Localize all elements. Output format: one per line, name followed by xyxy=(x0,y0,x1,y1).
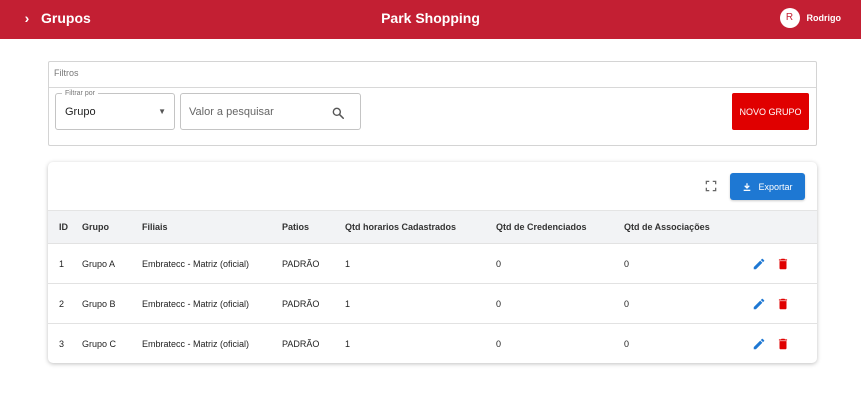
filters-title: Filtros xyxy=(54,68,79,78)
column-header-id[interactable]: ID xyxy=(48,211,82,244)
download-icon xyxy=(744,182,751,191)
cell-horarios: 1 xyxy=(345,298,351,309)
export-button[interactable]: Exportar xyxy=(730,173,805,200)
column-header-grupo[interactable]: Grupo xyxy=(82,211,142,244)
filter-by-value: Grupo xyxy=(65,106,96,118)
cell-grupo: Grupo C xyxy=(82,338,117,349)
cell-grupo: Grupo A xyxy=(82,258,116,269)
cell-patios: PADRÃO xyxy=(282,338,320,349)
app-header: › Grupos Park Shopping R Rodrigo xyxy=(0,0,861,39)
dropdown-caret-icon: ▼ xyxy=(158,107,166,116)
table-row: 3 Grupo C Embratecc - Matriz (oficial) P… xyxy=(48,323,817,364)
column-header-credenciados[interactable]: Qtd de Credenciados xyxy=(496,211,624,244)
table-header-row: ID Grupo Filiais Patios Qtd horarios Cad… xyxy=(48,210,817,244)
cell-horarios: 1 xyxy=(345,338,351,349)
filters-divider xyxy=(49,87,816,88)
row-actions xyxy=(744,324,817,364)
column-header-actions xyxy=(744,211,817,244)
table-row: 1 Grupo A Embratecc - Matriz (oficial) P… xyxy=(48,243,817,284)
column-header-filiais[interactable]: Filiais xyxy=(142,211,282,244)
column-header-patios[interactable]: Patios xyxy=(282,211,345,244)
edit-pencil-icon[interactable] xyxy=(752,297,766,311)
table-row: 2 Grupo B Embratecc - Matriz (oficial) P… xyxy=(48,283,817,324)
cell-horarios: 1 xyxy=(345,258,351,269)
filter-by-select[interactable]: Filtrar por Grupo ▼ xyxy=(55,89,175,130)
cell-filiais: Embratecc - Matriz (oficial) xyxy=(142,298,250,309)
cell-credenciados: 0 xyxy=(496,338,502,349)
cell-id: 3 xyxy=(59,338,65,349)
search-field xyxy=(180,93,361,130)
cell-grupo: Grupo B xyxy=(82,298,116,309)
app-title: Park Shopping xyxy=(381,10,480,26)
chevron-right-icon[interactable]: › xyxy=(20,9,34,27)
user-name: Rodrigo xyxy=(806,13,842,23)
cell-filiais: Embratecc - Matriz (oficial) xyxy=(142,338,250,349)
avatar: R xyxy=(779,8,800,28)
edit-pencil-icon[interactable] xyxy=(752,257,766,271)
cell-filiais: Embratecc - Matriz (oficial) xyxy=(142,258,250,269)
cell-credenciados: 0 xyxy=(496,298,502,309)
delete-trash-icon[interactable] xyxy=(776,337,790,351)
fullscreen-icon[interactable] xyxy=(704,179,718,193)
search-icon[interactable] xyxy=(331,106,345,120)
row-actions xyxy=(744,244,817,284)
export-label: Exportar xyxy=(758,181,793,192)
cell-associacoes: 0 xyxy=(624,258,630,269)
cell-associacoes: 0 xyxy=(624,298,630,309)
cell-id: 1 xyxy=(59,258,65,269)
user-menu[interactable]: R Rodrigo xyxy=(779,7,842,29)
row-actions xyxy=(744,284,817,324)
delete-trash-icon[interactable] xyxy=(776,297,790,311)
groups-table: ID Grupo Filiais Patios Qtd horarios Cad… xyxy=(48,210,817,363)
section-title: Grupos xyxy=(41,10,91,26)
column-header-horarios[interactable]: Qtd horarios Cadastrados xyxy=(345,211,496,244)
edit-pencil-icon[interactable] xyxy=(752,337,766,351)
cell-credenciados: 0 xyxy=(496,258,502,269)
cell-patios: PADRÃO xyxy=(282,258,320,269)
cell-associacoes: 0 xyxy=(624,338,630,349)
column-header-associacoes[interactable]: Qtd de Associações xyxy=(624,211,744,244)
cell-patios: PADRÃO xyxy=(282,298,320,309)
new-group-button[interactable]: NOVO GRUPO xyxy=(732,93,809,130)
search-input[interactable] xyxy=(189,103,329,121)
filters-panel: Filtros Filtrar por Grupo ▼ NOVO GRUPO xyxy=(48,61,817,146)
filter-by-label: Filtrar por xyxy=(62,89,98,98)
delete-trash-icon[interactable] xyxy=(776,257,790,271)
groups-table-card: Exportar ID Grupo Filiais Patios Qtd hor… xyxy=(48,162,817,363)
cell-id: 2 xyxy=(59,298,65,309)
